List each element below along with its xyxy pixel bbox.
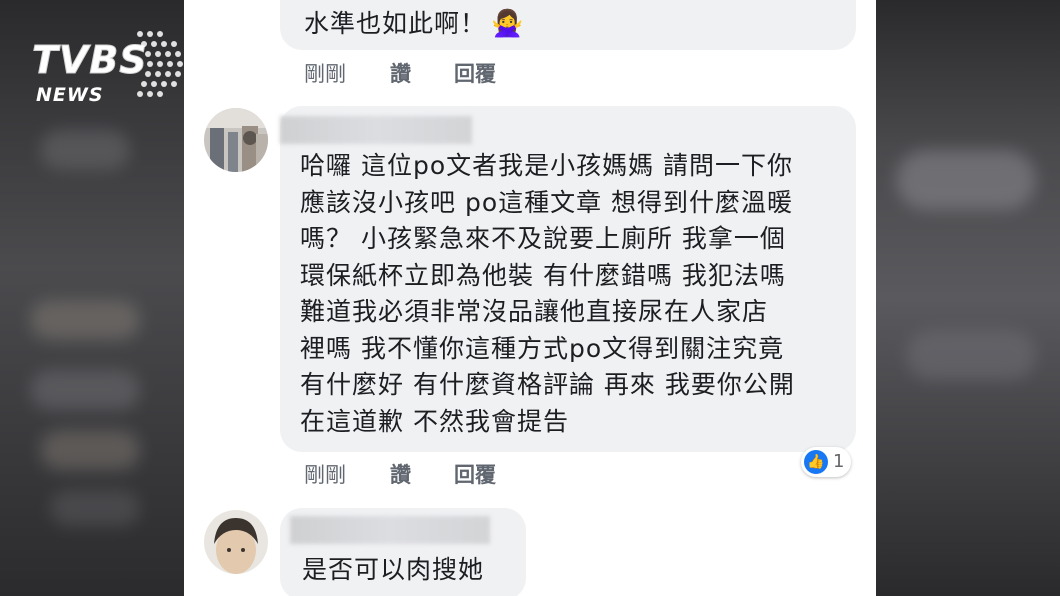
comment-bubble: 是否可以肉搜她 [280,508,526,596]
reaction-count: 1 [833,451,845,472]
avatar[interactable] [204,108,268,172]
reply-link[interactable]: 回覆 [454,459,496,489]
avatar[interactable] [204,510,268,574]
comment-bubble: 水準也如此啊！ 🙅‍♀️ [280,0,856,50]
comment-text: 水準也如此啊！ [304,9,487,38]
like-thumb-icon: 👍 [804,450,828,474]
woman-gesturing-no-emoji-icon: 🙅‍♀️ [491,9,524,39]
comment-actions: 剛剛 讚 回覆 [304,459,604,487]
comment-time: 剛剛 [304,62,346,86]
like-link[interactable]: 讚 [390,459,411,489]
reply-link[interactable]: 回覆 [454,58,496,88]
comment-thread-panel: 水準也如此啊！ 🙅‍♀️ 剛剛 讚 回覆 哈囉 這位po文者我是小孩媽媽 請問一… [184,0,876,596]
logo-sub: NEWS [36,84,104,106]
comment-text: 哈囉 這位po文者我是小孩媽媽 請問一下你 應該沒小孩吧 po這種文章 想得到什… [300,151,795,436]
like-link[interactable]: 讚 [390,58,411,88]
right-blurred-background [876,0,1060,596]
avatar-photo-icon [204,510,268,574]
comment-text: 是否可以肉搜她 [302,555,485,584]
logo-dots-icon [137,31,183,97]
comment-actions: 剛剛 讚 回覆 [304,58,604,86]
tvbs-news-logo: TVBS NEWS [32,31,192,112]
comment-time: 剛剛 [304,463,346,487]
reaction-summary[interactable]: 👍 1 [801,447,851,477]
avatar-photo-icon [204,108,268,172]
blurred-author-name [290,516,490,544]
comment-bubble: 哈囉 這位po文者我是小孩媽媽 請問一下你 應該沒小孩吧 po這種文章 想得到什… [280,106,856,452]
blurred-author-name [280,116,472,144]
